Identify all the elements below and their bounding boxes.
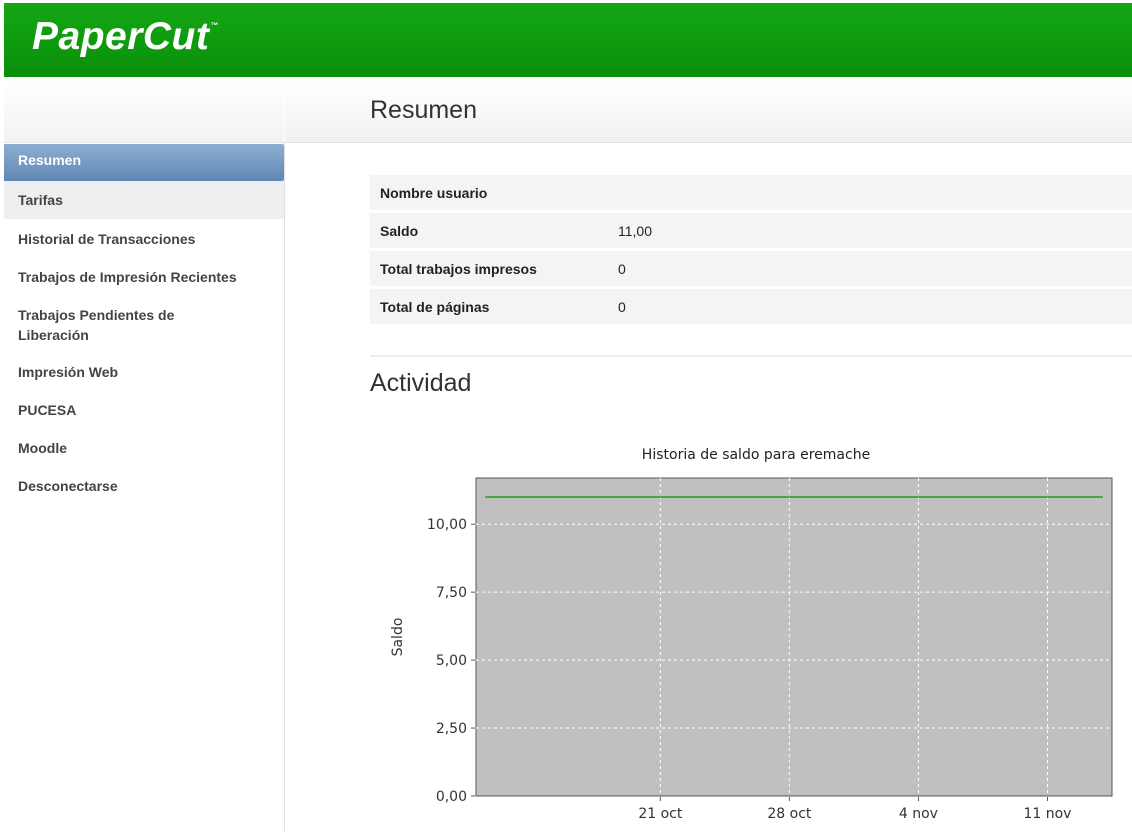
summary-value: [608, 175, 1132, 210]
summary-key: Total trabajos impresos: [370, 251, 608, 286]
sidebar-item-label: Tarifas: [18, 192, 63, 208]
page-title: Resumen: [370, 96, 477, 124]
summary-value: 0: [608, 289, 1132, 324]
x-tick-label: 28 oct: [767, 806, 812, 822]
chart-y-axis-label: Saldo: [390, 618, 406, 657]
sidebar-item-label: Impresión Web: [18, 364, 119, 380]
x-tick-label: 21 oct: [638, 806, 683, 822]
sidebar-item-trabajos-recientes[interactable]: Trabajos de Impresión Recientes: [4, 257, 284, 294]
sidebar-item-label: Desconectarse: [18, 478, 118, 494]
logo-trademark: ™: [210, 21, 219, 30]
sidebar-divider: [284, 142, 285, 831]
sidebar-item-label: PUCESA: [18, 402, 77, 418]
app-header: PaperCut™: [4, 3, 1132, 77]
summary-key: Saldo: [370, 213, 608, 248]
chart-title: Historia de saldo para eremache: [642, 447, 870, 463]
balance-history-chart: Historia de saldo para eremache Saldo 0,…: [370, 437, 1132, 831]
y-tick-label: 7,50: [436, 585, 467, 601]
logo-text: PaperCut: [32, 15, 210, 58]
sidebar-item-label: Moodle: [18, 440, 67, 456]
table-row: Total de páginas 0: [370, 289, 1132, 324]
sidebar-item-moodle[interactable]: Moodle: [4, 430, 284, 468]
y-tick-label: 5,00: [436, 653, 467, 669]
summary-key: Total de páginas: [370, 289, 608, 324]
y-tick-label: 10,00: [427, 517, 467, 533]
x-tick-label: 11 nov: [1023, 806, 1071, 822]
sidebar-item-pucesa[interactable]: PUCESA: [4, 392, 284, 430]
sidebar-item-trabajos-pendientes[interactable]: Trabajos Pendientes de Liberación: [4, 294, 284, 354]
x-tick-label: 4 nov: [899, 806, 938, 822]
sidebar-item-tarifas[interactable]: Tarifas: [4, 181, 284, 219]
sidebar-item-desconectarse[interactable]: Desconectarse: [4, 468, 284, 506]
summary-value: 11,00: [608, 213, 1132, 248]
summary-table: Nombre usuario Saldo 11,00 Total trabajo…: [370, 172, 1132, 327]
table-row: Saldo 11,00: [370, 213, 1132, 248]
chart-svg: Historia de saldo para eremache Saldo 0,…: [390, 447, 1113, 822]
plot-background: [475, 477, 1113, 797]
table-row: Nombre usuario: [370, 175, 1132, 210]
sidebar-item-impresion-web[interactable]: Impresión Web: [4, 354, 284, 392]
table-row: Total trabajos impresos 0: [370, 251, 1132, 286]
activity-title: Actividad: [370, 369, 472, 397]
summary-key: Nombre usuario: [370, 175, 608, 210]
chart-plot-area: 0,00 2,50 5,00 7,50 10,00 21 oct 28 oct 4 nov 11…: [427, 477, 1113, 822]
section-divider: [370, 355, 1132, 357]
sidebar-item-resumen[interactable]: Resumen: [4, 144, 284, 181]
sidebar-nav: Resumen Tarifas Historial de Transaccion…: [4, 144, 284, 506]
sidebar-item-label: Trabajos Pendientes de Liberación: [18, 307, 175, 343]
sidebar-item-historial-transacciones[interactable]: Historial de Transacciones: [4, 219, 284, 257]
sidebar-item-label: Trabajos de Impresión Recientes: [18, 269, 237, 285]
y-tick-label: 2,50: [436, 721, 467, 737]
page-title-bar: Resumen: [285, 80, 1132, 143]
y-tick-label: 0,00: [436, 789, 467, 805]
papercut-logo[interactable]: PaperCut™: [32, 15, 219, 59]
sidebar-item-label: Historial de Transacciones: [18, 231, 196, 247]
sidebar-item-label: Resumen: [18, 152, 82, 168]
sidebar-header-spacer: [4, 80, 284, 143]
summary-value: 0: [608, 251, 1132, 286]
